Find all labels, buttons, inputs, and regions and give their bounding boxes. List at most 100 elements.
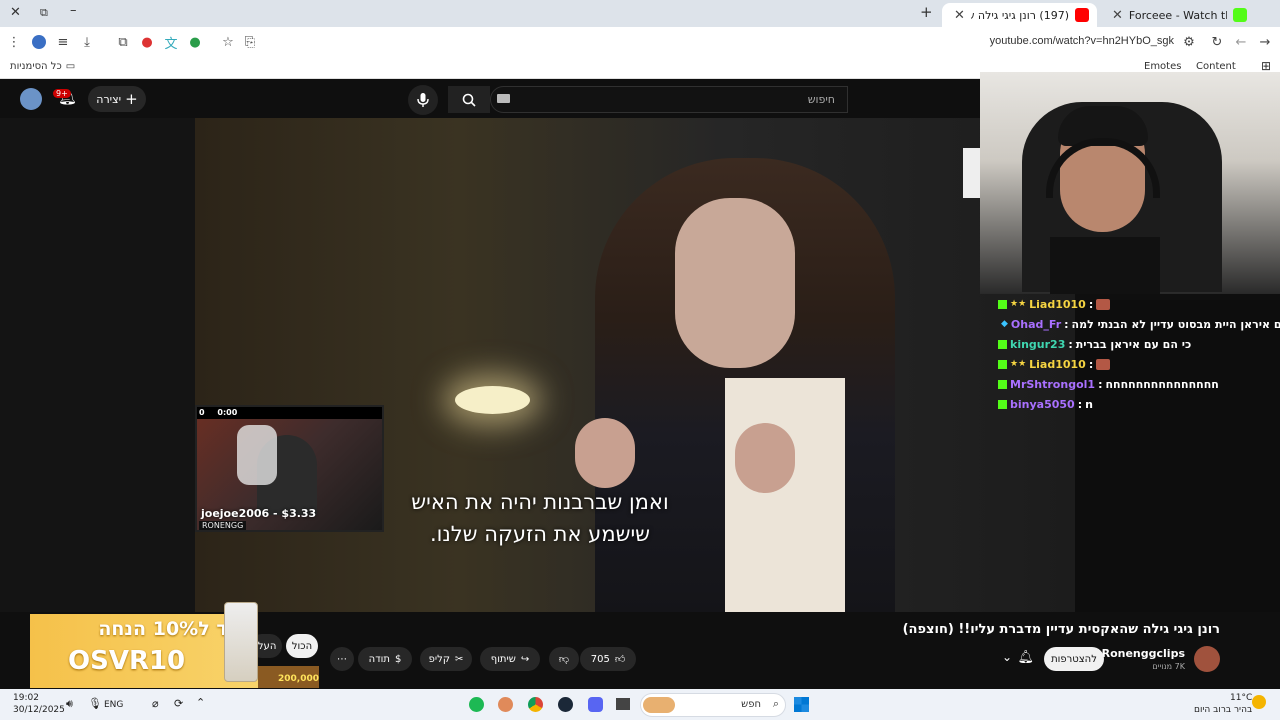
chat-message: binya5050 : n (998, 394, 1280, 414)
clip-label: קליפ (428, 653, 450, 665)
keyboard-icon[interactable] (497, 94, 510, 103)
menu-icon[interactable]: ⋮ (3, 31, 25, 53)
weather-icon[interactable] (1252, 695, 1266, 709)
download-icon[interactable]: ⤓ (76, 31, 98, 53)
browser-tab-bar: ✕ ⧉ – + (197) רונן גיגי גילה שהאקסית ע ✕… (0, 0, 1280, 27)
thanks-button[interactable]: תודה $ (358, 647, 412, 671)
chat-separator: : (1088, 357, 1094, 371)
more-actions-button[interactable]: ⋯ (330, 647, 354, 671)
pip-brand: RONENGG (199, 521, 247, 530)
reload-icon[interactable]: ↻ (1206, 31, 1228, 53)
chat-text: עם איראן היית מבסוט עדיין לא הבנתי למה (1071, 317, 1280, 331)
volume-icon[interactable]: 🔊︎ (66, 697, 73, 711)
windows-start-icon[interactable] (794, 697, 809, 712)
chat-separator: : (1077, 397, 1083, 411)
chat-message: ◆ Ohad_Fr : עם איראן היית מבסוט עדיין לא… (998, 314, 1280, 334)
video-title: רונן גיגי גילה שהאקסית עדיין מדברת עליו!… (902, 622, 1220, 637)
forward-icon[interactable]: → (1254, 31, 1276, 53)
new-tab-button[interactable]: + (920, 3, 933, 21)
tab-groups-icon[interactable]: ⊞ (1261, 59, 1271, 73)
file-explorer-icon[interactable] (616, 698, 630, 710)
extension-red-icon[interactable]: ● (136, 31, 158, 53)
restore-window-button[interactable]: ⧉ (40, 6, 48, 20)
more-icon: ⋯ (337, 653, 347, 665)
thumbnail-text: 200,000 (278, 674, 319, 684)
weather-temp[interactable]: 11°C (1230, 693, 1252, 703)
close-tab-icon[interactable]: ✕ (954, 8, 965, 23)
language-indicator[interactable]: ENG (104, 700, 123, 710)
thumbs-up-icon: 👍︎ (614, 654, 626, 665)
bookmark-star-icon[interactable]: ☆ (217, 31, 239, 53)
like-button[interactable]: 705 👍︎ (580, 647, 636, 671)
share-icon: ↪ (520, 653, 530, 665)
share-label: שיתוף (490, 653, 516, 665)
tab-kick[interactable]: Forceee - Watch the VOD on K ✕ (1100, 3, 1255, 27)
share-button[interactable]: שיתוף ↪ (480, 647, 540, 671)
pip-donation-text: joejoe2006 - $3.33 (201, 507, 317, 520)
back-icon[interactable]: ← (1230, 31, 1252, 53)
cast-icon[interactable]: ⎘ (239, 31, 261, 53)
reading-list-icon[interactable]: ≡ (52, 31, 74, 53)
tab-youtube[interactable]: (197) רונן גיגי גילה שהאקסית ע ✕ (942, 3, 1097, 27)
scene-lamp-glow (455, 386, 530, 414)
minimize-window-button[interactable]: – (70, 3, 77, 18)
dislike-button[interactable]: 👎︎ (549, 647, 579, 671)
scissors-icon: ✂ (454, 653, 464, 665)
discord-icon[interactable] (588, 697, 603, 712)
notification-bell-icon[interactable]: 🔔︎ (1017, 650, 1034, 665)
close-tab-icon[interactable]: ✕ (1112, 8, 1123, 23)
search-button[interactable] (448, 86, 490, 113)
microphone-icon[interactable]: 🎙︎ (88, 697, 102, 710)
spotify-icon[interactable] (469, 697, 484, 712)
profile-icon[interactable] (28, 31, 50, 53)
taskbar-search[interactable]: חפש ⌕ (640, 693, 786, 717)
notifications-badge: 9+ (53, 89, 71, 98)
like-count: 705 (590, 653, 610, 665)
promo-banner: קוד ל10% הנחה OSVR10 (30, 602, 258, 688)
voice-search-button[interactable] (408, 85, 438, 115)
bookmark-emotes[interactable]: Emotes (1144, 61, 1181, 72)
create-button[interactable]: יצירה + (88, 86, 146, 112)
chrome-icon[interactable] (528, 697, 543, 712)
clock-date[interactable]: 30/12/2025 (13, 705, 65, 715)
channel-avatar[interactable] (1194, 646, 1220, 672)
subtitle-line-2: שישמע את הזעקה שלנו. (429, 522, 651, 546)
recommended-thumbnail[interactable]: 200,000 (256, 666, 319, 688)
search-input[interactable]: חיפוש (490, 86, 848, 113)
search-icon: ⌕ (772, 697, 779, 710)
address-bar[interactable]: youtube.com/watch?v=hn2HYbO_sgk (990, 35, 1174, 47)
chat-message: kingur23 : כי הם עם איראן בברית (998, 334, 1280, 354)
perfume-bottle-image (224, 602, 258, 682)
clip-button[interactable]: קליפ ✂ (420, 647, 472, 671)
search-placeholder: חיפוש (807, 93, 835, 106)
extensions-icon[interactable]: ⧉ (112, 31, 134, 53)
search-icon (462, 93, 476, 107)
steam-icon[interactable] (558, 697, 573, 712)
avatar[interactable] (20, 88, 42, 110)
star-badge-icon: ★★ (1010, 359, 1027, 369)
network-icon[interactable]: ⌀ (152, 697, 159, 710)
network-logo (963, 148, 981, 198)
chip-all-label: הכול (291, 640, 313, 652)
weather-desc[interactable]: בהיר ברוב היום (1194, 705, 1252, 715)
extension-translate-icon[interactable]: 文 (160, 31, 182, 53)
app-icon[interactable] (498, 697, 513, 712)
chip-all[interactable]: הכול (286, 634, 318, 658)
chat-username: kingur23 (1010, 337, 1066, 351)
sync-icon[interactable]: ⟳ (174, 697, 183, 710)
chip-partial-label: העלי (255, 640, 277, 652)
youtube-icon (1075, 8, 1089, 22)
chat-separator: : (1088, 297, 1094, 311)
subscribe-button[interactable]: להצטרפות (1044, 647, 1104, 671)
tray-chevron-icon[interactable]: ⌃ (196, 696, 205, 709)
all-bookmarks[interactable]: כל הסימניות ▭ (10, 61, 75, 72)
close-window-button[interactable]: ✕ (10, 5, 21, 20)
channel-name[interactable]: Ronenggclips (1102, 647, 1185, 660)
clock-time[interactable]: 19:02 (13, 693, 39, 703)
thumbs-down-icon: 👎︎ (558, 654, 570, 665)
site-settings-icon[interactable]: ⚙ (1178, 31, 1200, 53)
chevron-down-icon[interactable]: ⌄ (1002, 650, 1012, 664)
extension-green-icon[interactable]: ● (184, 31, 206, 53)
bookmark-content[interactable]: Content (1196, 61, 1236, 72)
plus-icon: + (125, 90, 138, 108)
